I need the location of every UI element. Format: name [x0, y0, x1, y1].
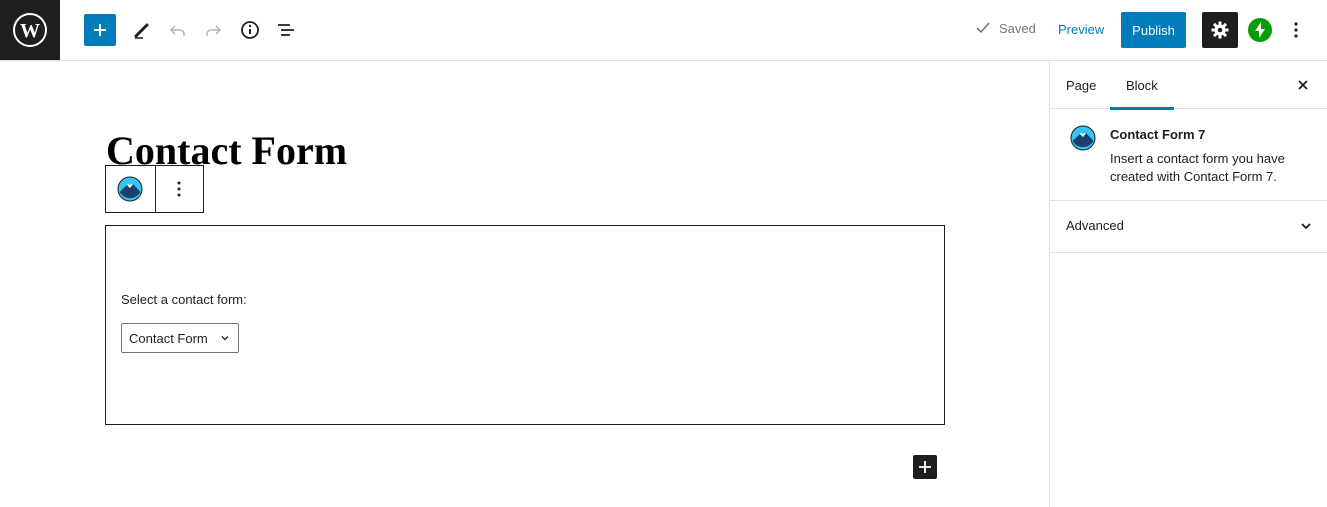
plus-icon — [94, 24, 106, 36]
jetpack-icon — [1255, 22, 1265, 38]
close-sidebar-button[interactable] — [1293, 75, 1313, 95]
settings-sidebar: Page Block Contact Form 7 Insert a conta… — [1049, 61, 1327, 507]
svg-text:W: W — [20, 20, 40, 42]
list-view-icon — [278, 24, 294, 36]
add-block-button[interactable] — [84, 14, 116, 46]
more-options-button[interactable] — [1280, 14, 1312, 46]
details-button[interactable] — [234, 14, 266, 46]
wordpress-icon[interactable]: W — [0, 0, 60, 60]
contact-form-7-icon — [117, 176, 143, 202]
block-options-button[interactable] — [154, 166, 204, 212]
plus-icon — [919, 461, 931, 473]
close-icon — [1298, 80, 1308, 90]
block-card-description: Insert a contact form you have created w… — [1110, 151, 1285, 184]
redo-icon — [206, 25, 222, 36]
publish-button[interactable]: Publish — [1121, 12, 1186, 48]
undo-icon — [169, 25, 185, 36]
info-icon — [241, 21, 259, 39]
contact-form-block[interactable]: Select a contact form: Contact Form — [105, 225, 945, 425]
redo-button[interactable] — [197, 14, 229, 46]
saved-label: Saved — [999, 20, 1036, 36]
preview-button[interactable]: Preview — [1058, 22, 1104, 37]
block-card-title: Contact Form 7 — [1110, 127, 1206, 142]
sidebar-tabs: Page Block — [1050, 61, 1327, 110]
tab-page[interactable]: Page — [1050, 61, 1112, 109]
chevron-down-icon — [221, 336, 229, 341]
gear-icon — [1211, 21, 1229, 39]
contact-form-7-icon — [1070, 125, 1096, 156]
advanced-panel-title[interactable]: Advanced — [1066, 218, 1124, 233]
tab-block[interactable]: Block — [1110, 61, 1174, 110]
block-card: Contact Form 7 Insert a contact form you… — [1050, 109, 1327, 201]
contact-form-select[interactable]: Contact Form — [121, 323, 239, 353]
select-form-label: Select a contact form: — [121, 292, 247, 307]
editor-canvas: Contact Form Select a contact form: Cont… — [0, 61, 1049, 507]
list-view-button[interactable] — [270, 14, 302, 46]
block-type-button[interactable] — [106, 166, 155, 212]
undo-button[interactable] — [162, 14, 194, 46]
editor-header: W Saved Preview Publish — [0, 0, 1327, 61]
vertical-ellipsis-icon — [1294, 22, 1298, 38]
jetpack-button[interactable] — [1248, 18, 1272, 42]
saved-status: Saved — [975, 20, 1036, 36]
checkmark-icon — [976, 22, 990, 34]
chevron-down-icon — [1301, 223, 1311, 230]
vertical-ellipsis-icon — [177, 181, 181, 197]
selected-form-value: Contact Form — [129, 330, 208, 346]
settings-button[interactable] — [1202, 12, 1238, 48]
tools-button[interactable] — [126, 14, 158, 46]
advanced-panel[interactable]: Advanced — [1050, 201, 1327, 253]
block-toolbar — [105, 165, 204, 213]
pencil-icon — [134, 23, 149, 39]
add-block-button[interactable] — [913, 455, 937, 479]
